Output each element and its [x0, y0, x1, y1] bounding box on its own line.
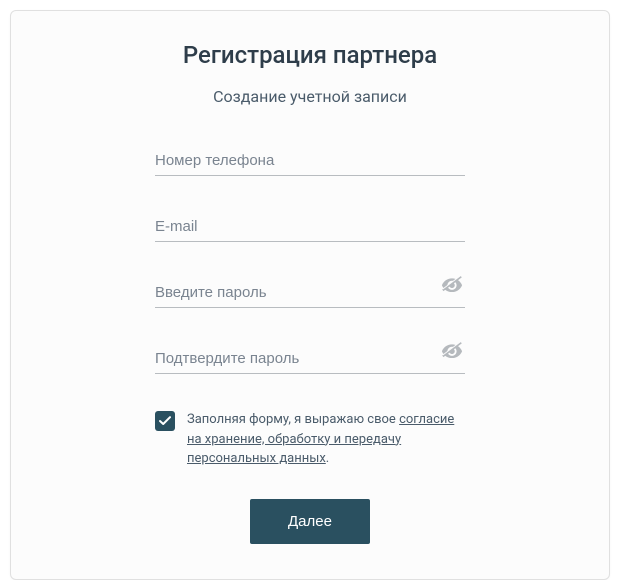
consent-suffix: . — [326, 451, 329, 466]
page-subtitle: Создание учетной записи — [31, 87, 589, 106]
consent-row: Заполняя форму, я выражаю свое согласие … — [155, 410, 465, 469]
registration-card: Регистрация партнера Создание учетной за… — [10, 10, 610, 580]
page-title: Регистрация партнера — [31, 41, 589, 69]
password-confirm-field-wrapper — [155, 344, 465, 374]
eye-off-icon[interactable] — [441, 274, 463, 296]
email-field-wrapper — [155, 212, 465, 242]
phone-input[interactable] — [155, 146, 465, 176]
phone-field-wrapper — [155, 146, 465, 176]
password-confirm-input[interactable] — [155, 344, 465, 374]
consent-text: Заполняя форму, я выражаю свое согласие … — [187, 410, 465, 469]
submit-row: Далее — [155, 499, 465, 544]
submit-button[interactable]: Далее — [250, 499, 370, 544]
password-input[interactable] — [155, 278, 465, 308]
password-field-wrapper — [155, 278, 465, 308]
registration-form: Заполняя форму, я выражаю свое согласие … — [155, 146, 465, 544]
consent-prefix: Заполняя форму, я выражаю свое — [187, 412, 399, 427]
email-input[interactable] — [155, 212, 465, 242]
eye-off-icon[interactable] — [441, 340, 463, 362]
consent-checkbox[interactable] — [155, 411, 175, 431]
